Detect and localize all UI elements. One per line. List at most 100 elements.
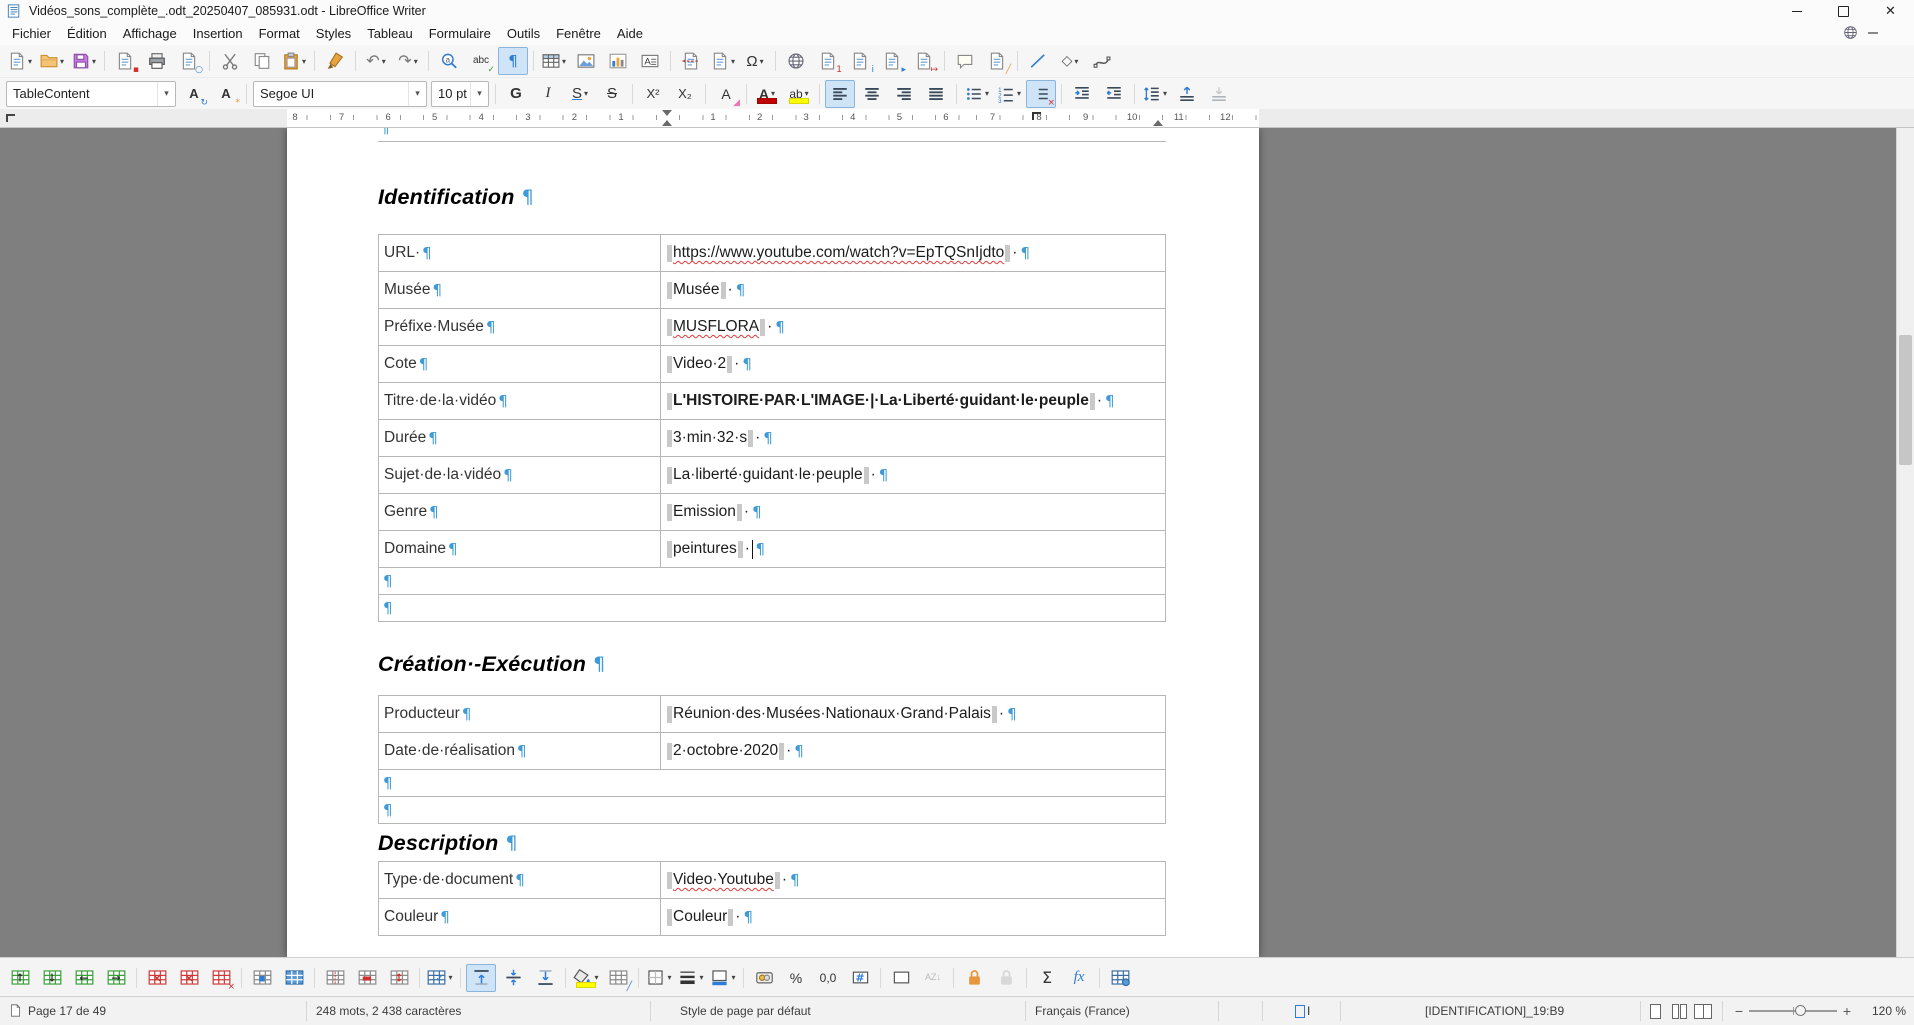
vertical-scrollbar[interactable] [1896, 128, 1914, 957]
row-label-cell[interactable]: Musée¶ [379, 272, 661, 308]
chevron-down-icon[interactable]: ▾ [448, 973, 452, 982]
print-icon[interactable] [142, 47, 172, 75]
border-color-icon[interactable]: ▾ [708, 964, 738, 992]
align-justify-icon[interactable] [921, 80, 951, 108]
italic-icon[interactable]: I [533, 80, 563, 108]
decrease-indent-icon[interactable] [1099, 80, 1129, 108]
highlight-color-icon[interactable]: ab▾ [784, 80, 814, 108]
insert-line-icon[interactable] [1023, 47, 1053, 75]
row-value-cell[interactable]: MUSFLORA·¶ [661, 309, 1165, 345]
row-value-cell[interactable]: 3·min·32·s·¶ [661, 420, 1165, 456]
sidebar-page-icon[interactable] [9, 1003, 22, 1018]
insert-footnote-icon[interactable]: 1 [813, 47, 843, 75]
empty-paragraph-row[interactable]: ¶ [378, 796, 1166, 824]
row-value-cell[interactable]: https://www.youtube.com/watch?v=EpTQSnIj… [661, 235, 1165, 271]
menu-item-aide[interactable]: Aide [609, 24, 651, 43]
row-value-cell[interactable]: L'HISTOIRE·PAR·L'IMAGE·|·La·Liberté·guid… [661, 383, 1165, 419]
chevron-down-icon[interactable]: ▾ [1074, 57, 1078, 66]
basic-shapes-icon[interactable]: ◇▾ [1055, 47, 1085, 75]
insert-chart-icon[interactable] [603, 47, 633, 75]
optimize-size-icon[interactable]: ✓▾ [425, 964, 455, 992]
special-character-icon[interactable]: Ω▾ [740, 47, 770, 75]
align-bottom-icon[interactable] [530, 964, 560, 992]
chevron-down-icon[interactable]: ▾ [382, 57, 386, 66]
document-area[interactable]: ¶Identification¶URL·¶https://www.youtube… [0, 128, 1914, 957]
row-value-cell[interactable]: La·liberté·guidant·le·peuple·¶ [661, 457, 1165, 493]
menu-item-outils[interactable]: Outils [499, 24, 548, 43]
menu-item-fenetre[interactable]: Fenêtre [548, 24, 609, 43]
split-table-icon[interactable]: ↕ [384, 964, 414, 992]
chevron-down-icon[interactable]: ▾ [302, 57, 306, 66]
font-size-selector[interactable]: 10 pt▾ [431, 81, 489, 107]
cell-reference-status[interactable]: [IDENTIFICATION]_19:B9 [1425, 1004, 1564, 1018]
language-tool-icon[interactable] [1843, 25, 1858, 40]
row-label-cell[interactable]: Sujet·de·la·vidéo¶ [379, 457, 661, 493]
delete-table-icon[interactable]: × [206, 964, 236, 992]
sum-icon[interactable]: Σ [1032, 964, 1062, 992]
line-spacing-icon[interactable]: ▾ [1140, 80, 1170, 108]
insert-row-above-icon[interactable]: ↑ [5, 964, 35, 992]
chevron-down-icon[interactable]: ▾ [562, 57, 566, 66]
spelling-icon[interactable]: abc✓ [466, 47, 496, 75]
menu-item-fichier[interactable]: Fichier [4, 24, 59, 43]
row-label-cell[interactable]: Cote¶ [379, 346, 661, 382]
page-number-status[interactable]: Page 17 de 49 [28, 1004, 106, 1018]
save-icon[interactable]: ▾ [69, 47, 99, 75]
undo-icon[interactable]: ↶▾ [361, 47, 391, 75]
redo-icon[interactable]: ↷▾ [393, 47, 423, 75]
minimize-button[interactable] [1773, 0, 1820, 22]
clone-formatting-icon[interactable] [320, 47, 350, 75]
chevron-down-icon[interactable]: ▾ [731, 57, 735, 66]
row-label-cell[interactable]: Domaine¶ [379, 531, 661, 567]
row-value-cell[interactable]: Musée·¶ [661, 272, 1165, 308]
zoom-level-status[interactable]: 120 % [1872, 1004, 1906, 1018]
hyperlink-icon[interactable] [781, 47, 811, 75]
superscript-icon[interactable]: X² [638, 80, 668, 108]
insert-column-before-icon[interactable]: ← [69, 964, 99, 992]
align-top-icon[interactable] [466, 964, 496, 992]
menu-item-formulaire[interactable]: Formulaire [421, 24, 499, 43]
track-changes-icon[interactable]: ╱ [982, 47, 1012, 75]
table-background-color-icon[interactable]: ▾ [571, 964, 601, 992]
center-vertically-icon[interactable] [498, 964, 528, 992]
numbered-list-icon[interactable]: ▾ [994, 80, 1024, 108]
copy-icon[interactable] [247, 47, 277, 75]
update-style-icon[interactable]: A↻ [179, 80, 209, 108]
selection-mode-icon[interactable]: I [1295, 1004, 1310, 1018]
view-multiple-pages-icon[interactable] [1672, 1004, 1687, 1019]
delete-row-icon[interactable]: × [142, 964, 172, 992]
chevron-down-icon[interactable]: ▾ [408, 82, 426, 106]
bold-icon[interactable]: G [501, 80, 531, 108]
menu-item-styles[interactable]: Styles [308, 24, 359, 43]
insert-caption-icon[interactable] [886, 964, 916, 992]
empty-paragraph-row[interactable]: ¶ [378, 594, 1166, 622]
document-page[interactable]: ¶Identification¶URL·¶https://www.youtube… [287, 128, 1259, 957]
insert-textbox-icon[interactable] [635, 47, 665, 75]
paste-icon[interactable]: ▾ [279, 47, 309, 75]
autoformat-icon[interactable]: ╱ [603, 964, 633, 992]
borders-icon[interactable]: ▾ [644, 964, 674, 992]
table-properties-icon[interactable] [1105, 964, 1135, 992]
strikethrough-icon[interactable]: S [597, 80, 627, 108]
row-value-cell[interactable]: Video·Youtube·¶ [661, 862, 1165, 898]
row-label-cell[interactable]: Date·de·réalisation¶ [379, 733, 661, 769]
chevron-down-icon[interactable]: ▾ [60, 57, 64, 66]
align-left-icon[interactable] [825, 80, 855, 108]
chevron-down-icon[interactable]: ▾ [1017, 89, 1021, 98]
chevron-down-icon[interactable]: ▾ [760, 57, 764, 66]
row-label-cell[interactable]: Préfixe·Musée¶ [379, 309, 661, 345]
para-space-increase-icon[interactable] [1172, 80, 1202, 108]
zoom-knob[interactable] [1795, 1005, 1806, 1016]
view-book-icon[interactable] [1694, 1004, 1712, 1019]
menu-item-insertion[interactable]: Insertion [185, 24, 251, 43]
scrollbar-thumb[interactable] [1899, 335, 1912, 465]
word-count-status[interactable]: 248 mots, 2 438 caractères [316, 1004, 461, 1018]
row-label-cell[interactable]: Type·de·document¶ [379, 862, 661, 898]
protect-cells-icon[interactable] [959, 964, 989, 992]
number-format-percent-icon[interactable]: % [781, 964, 811, 992]
chevron-down-icon[interactable]: ▾ [584, 89, 588, 98]
formatting-marks-icon[interactable]: ¶ [498, 47, 528, 75]
insert-row-below-icon[interactable]: ↓ [37, 964, 67, 992]
sort-icon[interactable]: AZ↓ [918, 964, 948, 992]
insert-bookmark-icon[interactable]: ▸ [877, 47, 907, 75]
